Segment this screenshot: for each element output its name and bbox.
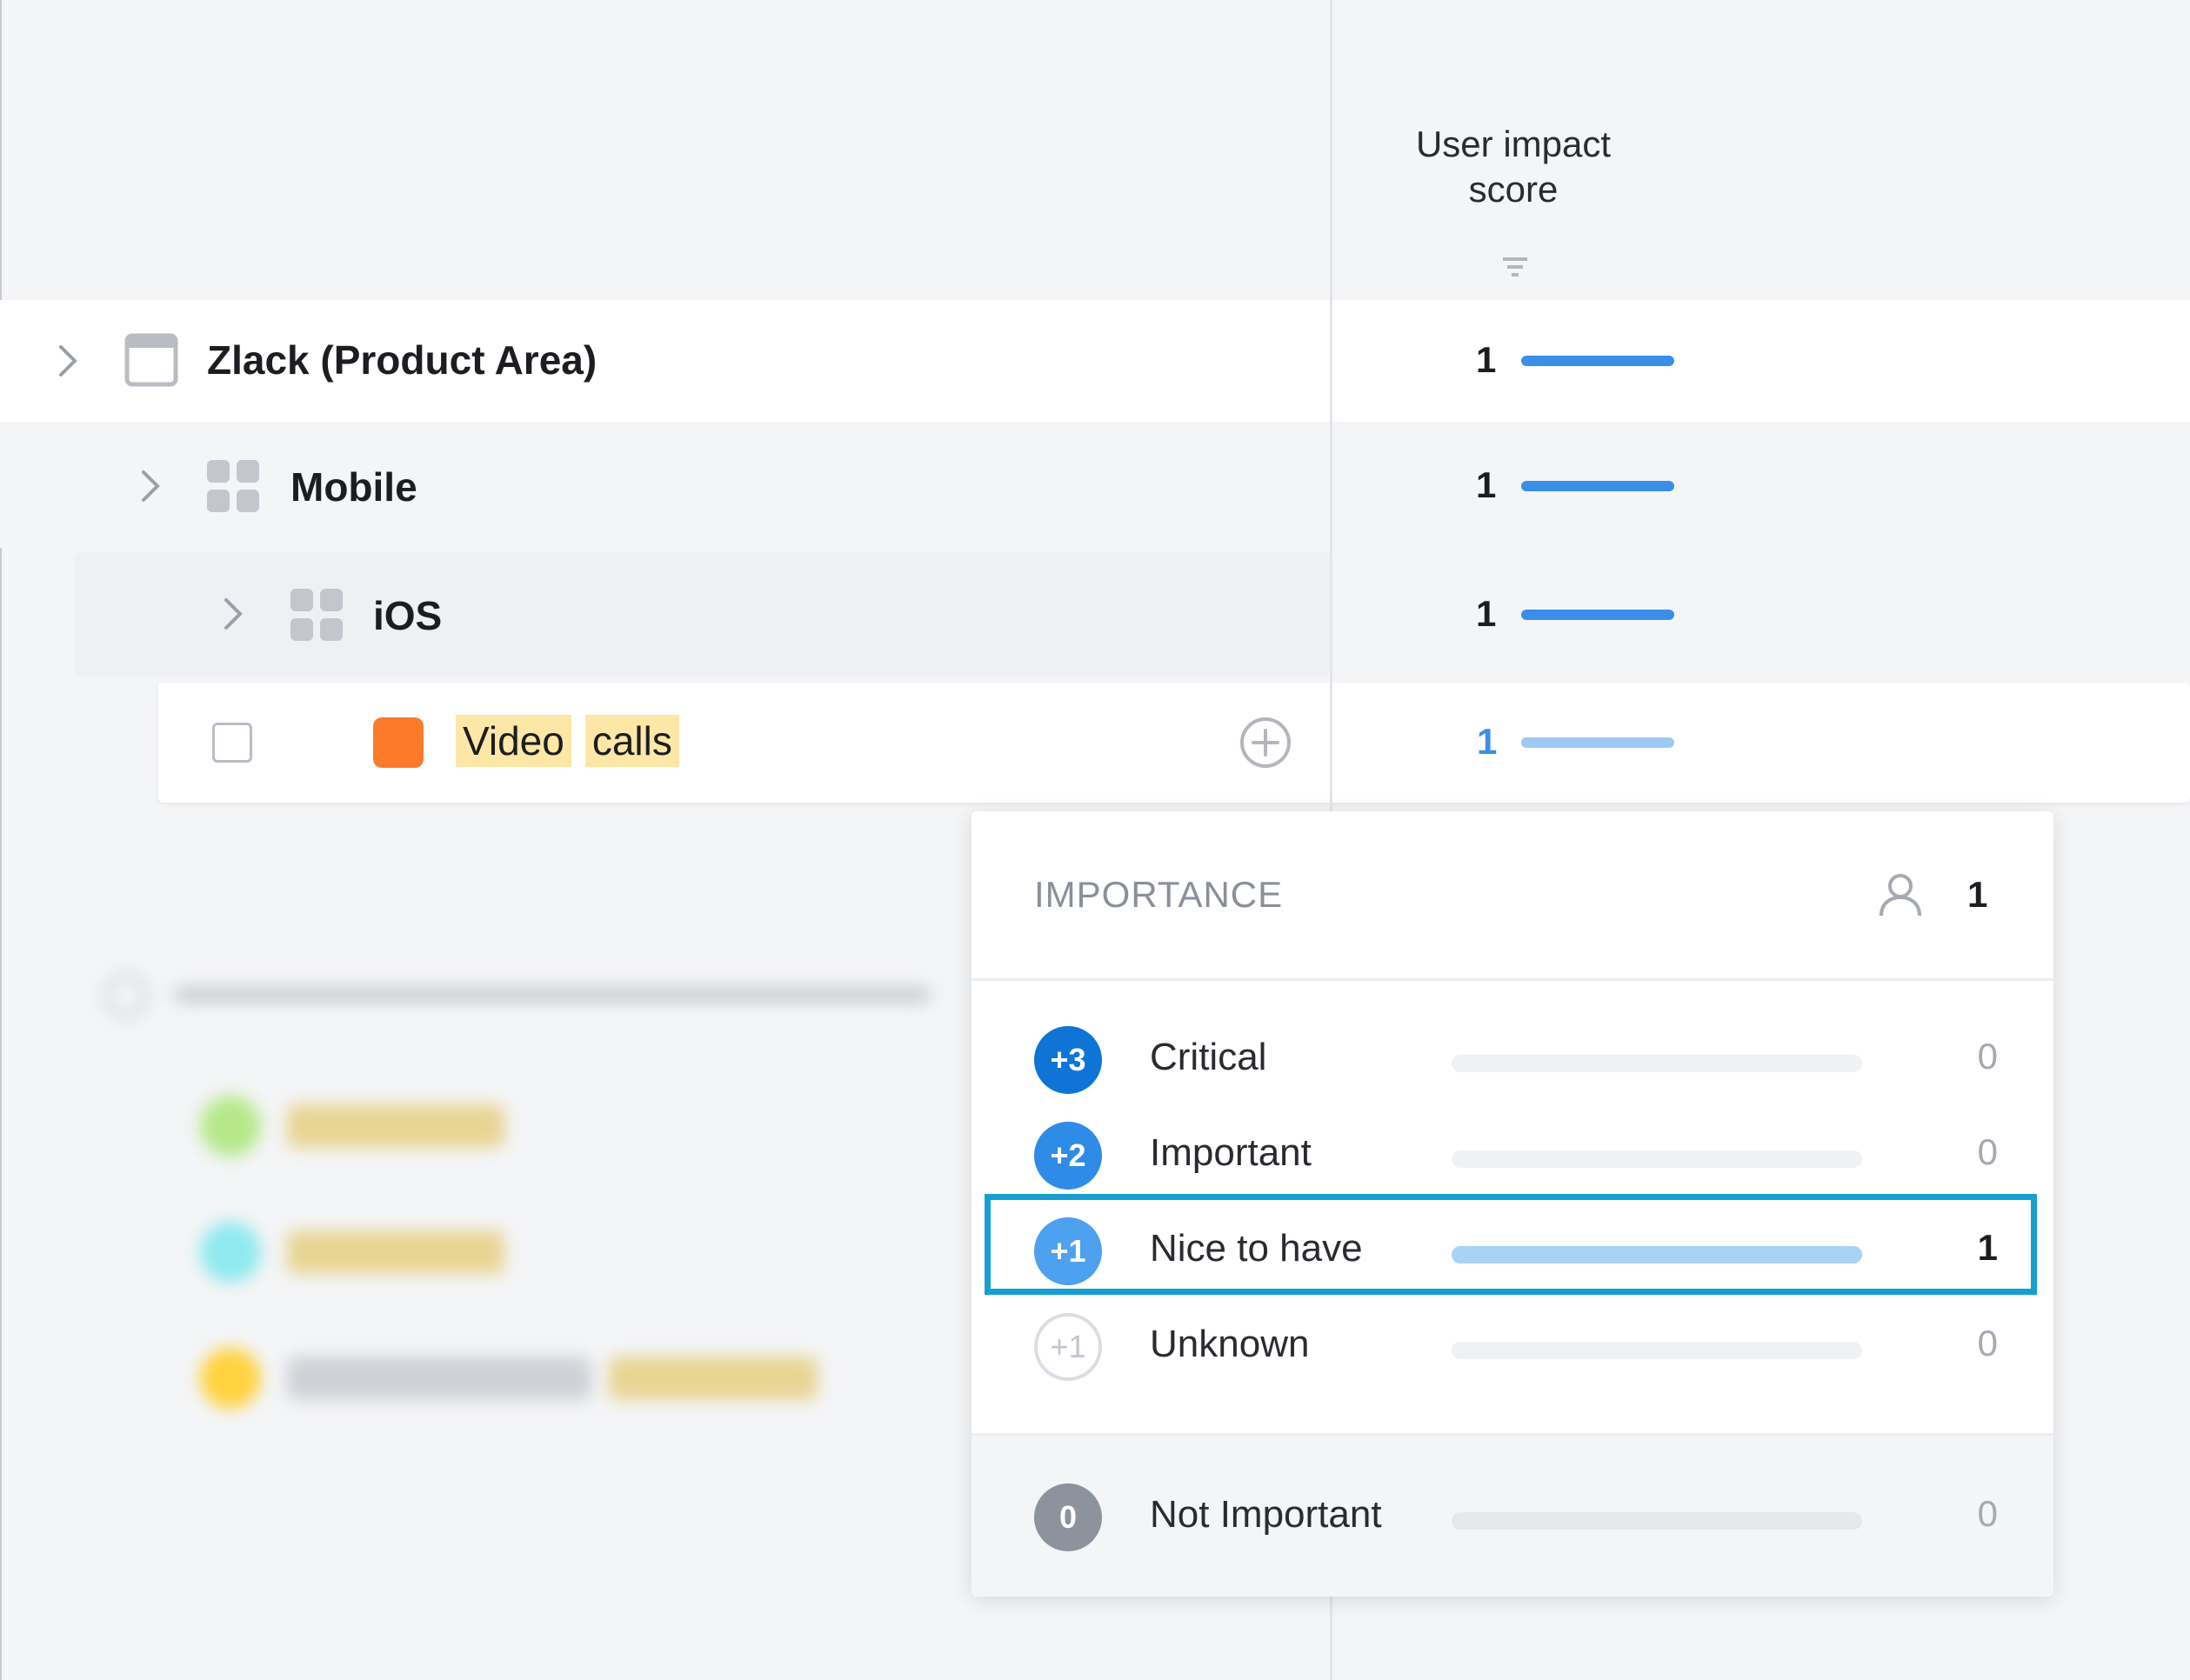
tree-row-label: iOS [373,593,443,638]
tree-row-product-area[interactable]: Zlack (Product Area) 1 [0,300,2190,422]
importance-count: 0 [1977,1323,1998,1363]
user-impact-score-bar [1521,356,1674,366]
importance-track [1452,1055,1862,1072]
user-impact-score-value[interactable]: 1 [1477,721,1497,763]
tree-row-label: Mobile [290,464,417,510]
importance-badge: +3 [1034,1026,1102,1094]
user-impact-score-value: 1 [1476,339,1497,380]
chevron-right-icon[interactable] [137,467,163,505]
importance-badge: 0 [1034,1483,1102,1551]
component-grid-icon [207,460,259,512]
popover-footer: 0 Not Important 0 [971,1433,2053,1597]
chevron-right-icon[interactable] [54,342,80,380]
importance-label: Not Important [1150,1493,1382,1536]
importance-option-important[interactable]: +2 Important 0 [971,1107,2053,1203]
popover-divider [971,978,2053,981]
user-impact-score-bar [1521,481,1674,491]
feature-status-icon [373,717,424,768]
filter-icon[interactable] [1498,252,1532,287]
importance-count: 0 [1977,1493,1998,1534]
importance-label: Unknown [1150,1323,1310,1365]
selected-option-highlight [985,1194,2037,1295]
user-icon [1880,874,1921,917]
user-impact-score-value: 1 [1476,593,1497,634]
feature-name[interactable]: Video calls [456,715,679,767]
importance-count: 0 [1977,1131,1998,1172]
importance-badge: +2 [1034,1122,1102,1190]
importance-track [1452,1150,1862,1168]
importance-track [1452,1342,1862,1359]
importance-label: Critical [1150,1036,1267,1078]
importance-option-not-important[interactable]: 0 Not Important 0 [971,1469,2053,1564]
chevron-right-icon[interactable] [219,595,245,633]
product-area-icon [124,333,178,387]
importance-badge: +1 [1034,1313,1102,1381]
importance-option-unknown[interactable]: +1 Unknown 0 [971,1298,2053,1394]
importance-label: Important [1150,1131,1312,1174]
user-impact-score-bar [1521,737,1674,748]
tree-row-ios[interactable]: iOS 1 [75,552,1674,676]
window-edge [0,0,2,1680]
blurred-background-list [87,939,957,1426]
importance-track [1452,1512,1862,1530]
importance-count: 0 [1977,1036,1998,1077]
user-impact-score-bar [1521,610,1674,620]
popover-title: IMPORTANCE [1034,874,1284,915]
row-checkbox[interactable] [212,723,252,763]
tree-row-feature-video-calls[interactable]: Video calls 1 [158,683,2190,803]
tree-row-label: Zlack (Product Area) [207,337,598,383]
importance-option-critical[interactable]: +3 Critical 0 [971,1011,2053,1107]
tree-row-mobile[interactable]: Mobile 1 [0,422,1674,548]
column-header-user-impact-score[interactable]: User impact score [1357,122,1670,212]
importance-popover: IMPORTANCE 1 +3 Critical 0 +2 Important … [971,811,2053,1597]
user-impact-score-value: 1 [1476,464,1497,505]
voter-count: 1 [1967,874,1988,915]
component-grid-icon [290,589,343,641]
add-circle-icon[interactable] [1239,716,1292,770]
